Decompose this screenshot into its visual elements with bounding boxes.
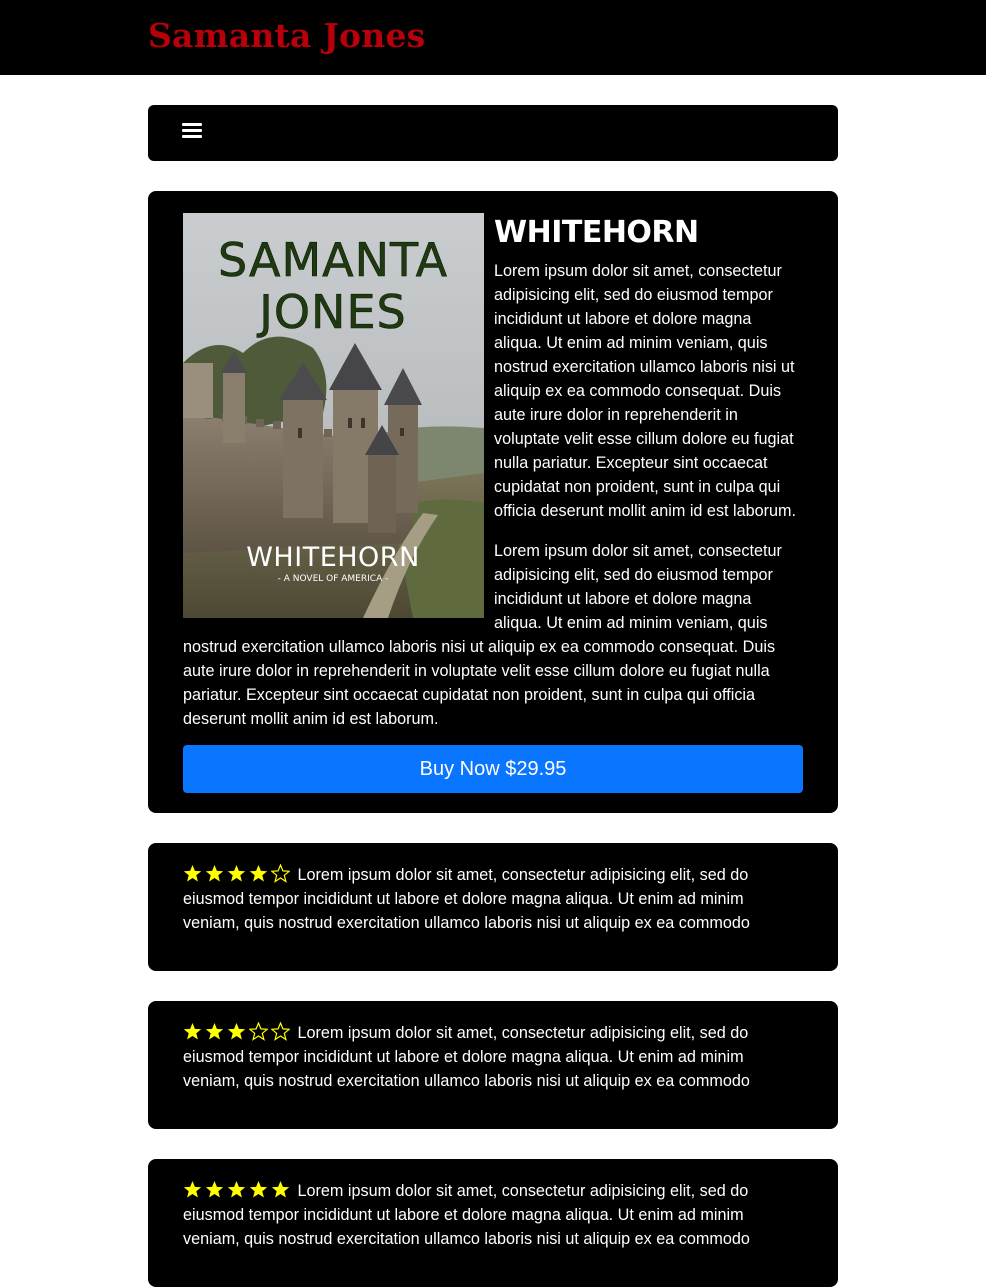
review-body: Lorem ipsum dolor sit amet, consectetur … bbox=[183, 1179, 783, 1251]
star-filled-icon bbox=[249, 1181, 268, 1198]
book-cover-image: SAMANTA JONES WHITEHORN - A NOVEL OF AME… bbox=[183, 213, 484, 618]
star-outline-icon bbox=[271, 864, 290, 883]
buy-now-button[interactable]: Buy Now $29.95 bbox=[183, 745, 803, 793]
star-filled-icon bbox=[183, 1181, 202, 1198]
star-outline-icon bbox=[271, 1022, 290, 1041]
cover-author-line1: SAMANTA bbox=[218, 233, 448, 287]
hamburger-menu-icon[interactable] bbox=[182, 122, 202, 140]
navbar bbox=[148, 105, 838, 161]
star-filled-icon bbox=[271, 1181, 290, 1198]
book-body: SAMANTA JONES WHITEHORN - A NOVEL OF AME… bbox=[183, 213, 803, 731]
star-filled-icon bbox=[205, 1023, 224, 1040]
site-brand[interactable]: Samanta Jones bbox=[148, 16, 425, 55]
book-cover-art: SAMANTA JONES WHITEHORN - A NOVEL OF AME… bbox=[183, 213, 484, 618]
star-rating bbox=[183, 864, 293, 884]
star-rating bbox=[183, 1022, 293, 1042]
star-rating bbox=[183, 1181, 293, 1200]
star-filled-icon bbox=[227, 865, 246, 882]
book-card: SAMANTA JONES WHITEHORN - A NOVEL OF AME… bbox=[148, 191, 838, 813]
star-filled-icon bbox=[205, 865, 224, 882]
star-filled-icon bbox=[183, 1023, 202, 1040]
star-filled-icon bbox=[205, 1181, 224, 1198]
review-card: Lorem ipsum dolor sit amet, consectetur … bbox=[148, 843, 838, 971]
star-outline-icon bbox=[249, 1022, 268, 1041]
hamburger-line bbox=[182, 123, 202, 126]
review-body: Lorem ipsum dolor sit amet, consectetur … bbox=[183, 1021, 783, 1093]
cover-subtitle: - A NOVEL OF AMERICA - bbox=[278, 574, 389, 584]
review-body: Lorem ipsum dolor sit amet, consectetur … bbox=[183, 863, 783, 935]
star-filled-icon bbox=[249, 865, 268, 882]
hamburger-line bbox=[182, 129, 202, 132]
review-card: Lorem ipsum dolor sit amet, consectetur … bbox=[148, 1001, 838, 1129]
star-filled-icon bbox=[227, 1181, 246, 1198]
site-header: Samanta Jones bbox=[0, 0, 986, 75]
cover-author-line2: JONES bbox=[256, 285, 406, 339]
hamburger-line bbox=[182, 135, 202, 138]
review-card: Lorem ipsum dolor sit amet, consectetur … bbox=[148, 1159, 838, 1287]
star-filled-icon bbox=[183, 865, 202, 882]
star-filled-icon bbox=[227, 1023, 246, 1040]
cover-title: WHITEHORN bbox=[246, 542, 420, 573]
